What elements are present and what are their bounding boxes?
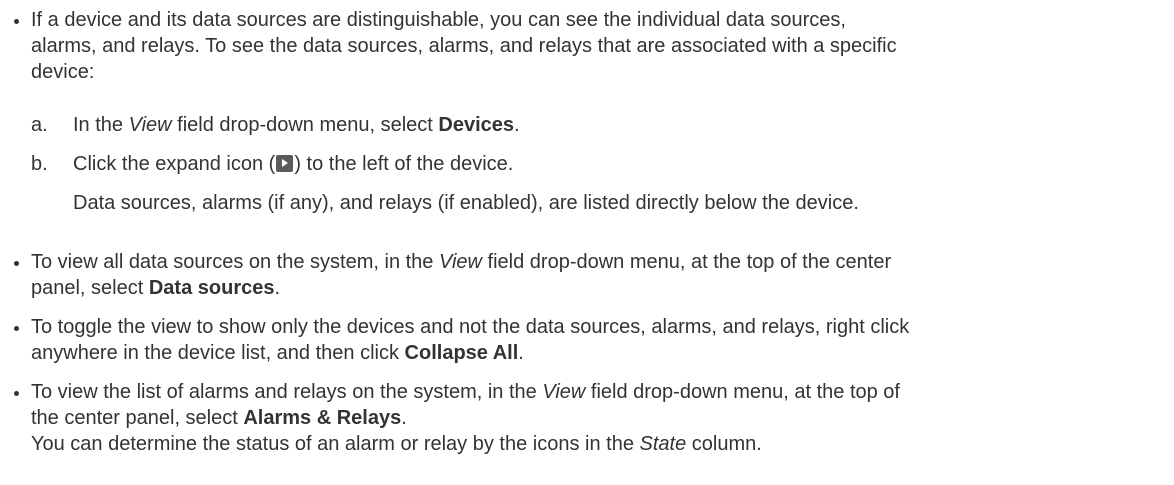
bold-term: Alarms & Relays — [243, 407, 402, 429]
text-line: anywhere in the device list, and then cl… — [31, 340, 1171, 366]
text-line: alarms, and relays. To see the data sour… — [31, 33, 1171, 59]
text-run: Data sources, alarms (if any), and relay… — [73, 192, 859, 214]
text-run: alarms, and relays. To see the data sour… — [31, 35, 897, 57]
text-run: To toggle the view to show only the devi… — [31, 316, 910, 338]
bullet-text: To view all data sources on the system, … — [31, 249, 1171, 301]
text-line: You can determine the status of an alarm… — [31, 431, 1171, 457]
text-run: the center panel, select — [31, 407, 244, 429]
text-line: To toggle the view to show only the devi… — [31, 314, 1171, 340]
step-marker: b. — [31, 153, 48, 175]
text-run: . — [274, 277, 281, 299]
text-run: . — [518, 342, 524, 364]
text-run: field drop-down menu, at the top of — [585, 381, 900, 403]
italic-term: View — [128, 114, 172, 136]
text-line: device: — [31, 59, 1171, 85]
text-run: field drop-down menu, at the top of the … — [481, 251, 892, 273]
text-line: Data sources, alarms (if any), and relay… — [73, 190, 859, 216]
bullet-dot — [14, 19, 19, 24]
expand-icon — [276, 155, 294, 172]
bold-term: Devices — [438, 114, 515, 136]
text-line: In the View field drop-down menu, select… — [73, 112, 520, 138]
bullet-dot — [14, 261, 19, 266]
step-text: In the View field drop-down menu, select… — [73, 112, 520, 138]
text-run: device: — [31, 61, 95, 83]
text-run: . — [401, 407, 407, 429]
italic-term: View — [542, 381, 586, 403]
bold-term: Collapse All — [404, 342, 519, 364]
text-run: To view all data sources on the system, … — [31, 251, 439, 273]
bullet-text: To view the list of alarms and relays on… — [31, 379, 1171, 457]
document-body: If a device and its data sources are dis… — [0, 0, 1174, 485]
bullet-text: If a device and its data sources are dis… — [31, 7, 1171, 85]
text-run: To view the list of alarms and relays on… — [31, 381, 543, 403]
text-run: anywhere in the device list, and then cl… — [31, 342, 405, 364]
text-line: To view the list of alarms and relays on… — [31, 379, 1171, 405]
bullet-text: To toggle the view to show only the devi… — [31, 314, 1171, 366]
text-run: ) to the left of the device. — [294, 153, 514, 175]
text-run: In the — [73, 114, 129, 136]
text-line: Click the expand icon ( ) to the left of … — [73, 151, 859, 177]
text-run: If a device and its data sources are dis… — [31, 9, 846, 31]
italic-term: View — [438, 251, 482, 273]
text-run: field drop-down menu, select — [171, 114, 439, 136]
text-run: panel, select — [31, 277, 149, 299]
bold-term: Data sources — [148, 277, 275, 299]
italic-term: State — [639, 433, 687, 455]
step-marker: a. — [31, 114, 48, 136]
text-line: the center panel, select Alarms & Relays… — [31, 405, 1171, 431]
text-line: panel, select Data sources. — [31, 275, 1171, 301]
step-text: Click the expand icon ( ) to the left of … — [73, 151, 859, 216]
text-line: To view all data sources on the system, … — [31, 249, 1171, 275]
bullet-dot — [14, 391, 19, 396]
text-run: column. — [686, 433, 762, 455]
text-run: Click the expand icon ( — [73, 153, 276, 175]
bullet-dot — [14, 326, 19, 331]
text-run: . — [514, 114, 520, 136]
text-line: If a device and its data sources are dis… — [31, 7, 1171, 33]
text-run: You can determine the status of an alarm… — [31, 433, 640, 455]
